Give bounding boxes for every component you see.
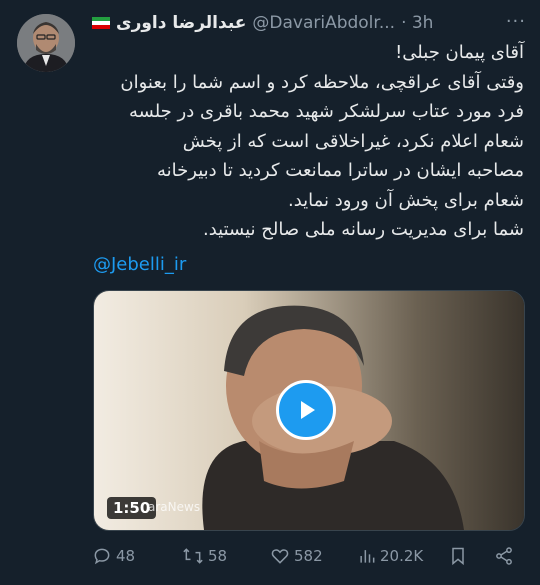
tweet-text: آقای پیمان جبلی! وقتی آقای عراقچی، ملاحظ… [92, 38, 524, 245]
mention-link[interactable]: @Jebelli_ir [93, 254, 186, 275]
timestamp[interactable]: · 3h [401, 13, 433, 33]
more-options-icon[interactable]: ··· [506, 11, 526, 32]
retweet-button[interactable]: 58 [182, 546, 227, 566]
play-button[interactable] [276, 380, 336, 440]
retweet-count: 58 [208, 547, 228, 565]
play-icon [301, 401, 315, 419]
bookmark-icon [452, 547, 464, 566]
tweet-line: آقای پیمان جبلی! [395, 42, 524, 63]
heart-icon [271, 549, 289, 564]
tweet-line: مصاحبه ایشان در ساترا ممانعت کردید تا دب… [156, 160, 524, 181]
avatar[interactable] [17, 14, 75, 72]
like-count: 582 [294, 547, 323, 565]
tweet-line: شما برای مدیریت رسانه ملی صالح نیستید. [203, 219, 524, 240]
display-name[interactable]: عبدالرضا داوری [116, 13, 246, 33]
video-watermark: araNews [148, 500, 201, 514]
tweet-header: عبدالرضا داوری @DavariAbdolr... · 3h ··· [92, 11, 526, 35]
views-button[interactable]: 20.2K [358, 546, 423, 566]
reply-count: 48 [116, 547, 136, 565]
tweet-line: وقتی آقای عراقچی، ملاحظه کرد و اسم شما ر… [120, 71, 524, 93]
bookmark-button[interactable] [448, 546, 472, 566]
reply-icon [94, 548, 110, 565]
share-button[interactable] [494, 546, 518, 566]
tweet-line: شعام اعلام نکرد، غیراخلاقی است که از پخش [182, 130, 524, 152]
user-handle[interactable]: @DavariAbdolr... [252, 13, 395, 33]
tweet-line: فرد مورد عتاب سرلشکر شهید محمد باقری در … [129, 101, 524, 122]
tweet-line: شعام برای پخش آن ورود نماید. [287, 189, 524, 211]
share-icon [496, 547, 512, 565]
iran-flag-icon [92, 16, 110, 30]
view-count: 20.2K [380, 547, 424, 565]
reply-button[interactable]: 48 [92, 546, 135, 566]
views-icon [360, 550, 375, 563]
retweet-icon [183, 548, 203, 564]
action-bar: 48 58 582 20.2K [90, 542, 520, 572]
tweet: عبدالرضا داوری @DavariAbdolr... · 3h ···… [0, 0, 540, 585]
like-button[interactable]: 582 [270, 546, 323, 566]
